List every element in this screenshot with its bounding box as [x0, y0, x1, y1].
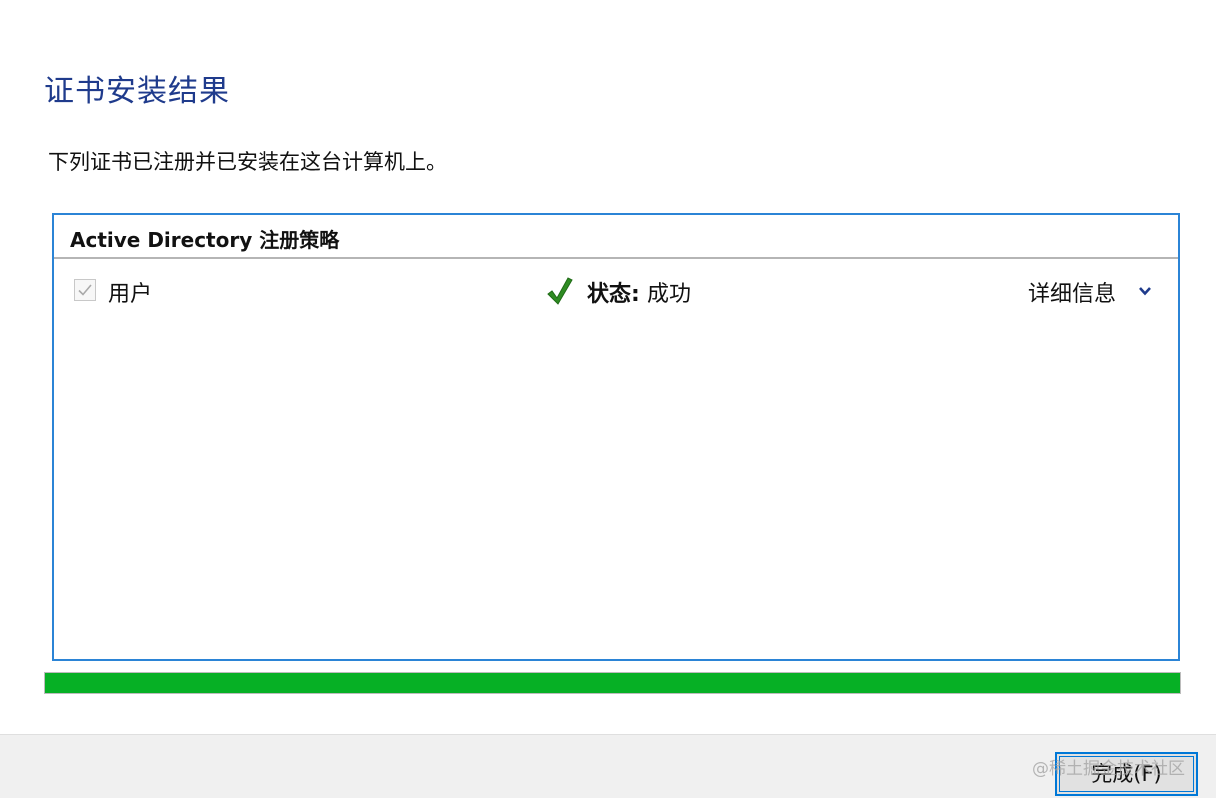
policy-title: Active Directory 注册策略 [70, 228, 340, 252]
details-toggle[interactable]: 详细信息 [1028, 273, 1160, 309]
enrollment-progress-bar [44, 672, 1181, 694]
enrollment-policy-panel: Active Directory 注册策略 用户 状态: 成功 详细信息 [52, 213, 1180, 661]
certificate-checkbox[interactable] [74, 279, 96, 301]
certificate-enrollment-page: 证书安装结果 下列证书已注册并已安装在这台计算机上。 Active Direct… [0, 0, 1216, 798]
success-check-icon [547, 277, 573, 305]
policy-panel-header: Active Directory 注册策略 [54, 215, 1178, 259]
page-description: 下列证书已注册并已安装在这台计算机上。 [48, 150, 447, 174]
progress-fill [45, 673, 1180, 693]
certificate-row: 用户 状态: 成功 详细信息 [54, 273, 1178, 309]
wizard-footer [0, 734, 1216, 798]
checkbox-checked-icon [78, 284, 92, 296]
chevron-down-icon [1139, 287, 1151, 296]
certificate-label: 用户 [108, 282, 153, 307]
status-label: 状态: [587, 282, 640, 307]
page-title: 证书安装结果 [44, 74, 230, 109]
status-value: 成功 [647, 282, 692, 307]
finish-button[interactable]: 完成(F) [1055, 752, 1198, 796]
details-label: 详细信息 [1028, 282, 1117, 307]
